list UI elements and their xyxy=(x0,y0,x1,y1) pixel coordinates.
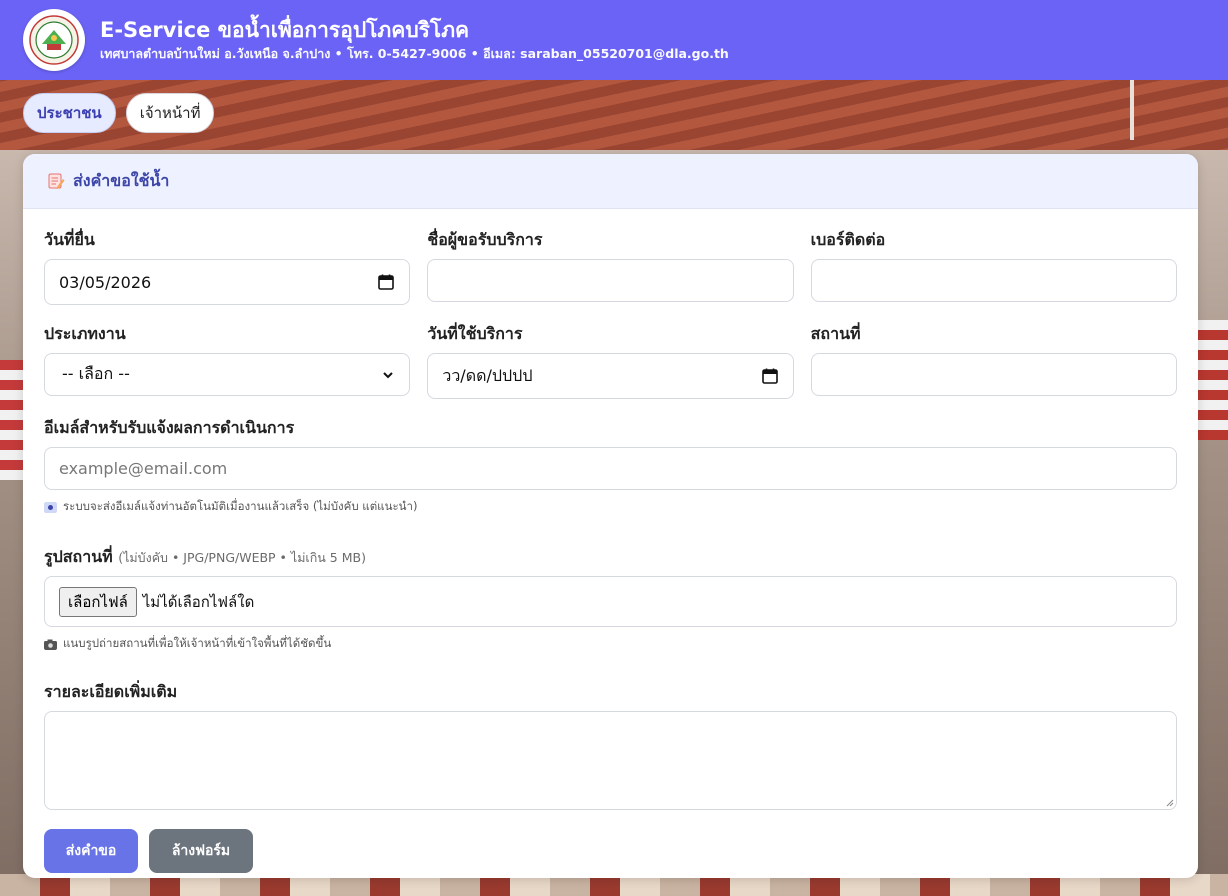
calendar-icon[interactable] xyxy=(377,273,395,291)
photo-label-text: รูปสถานที่ xyxy=(44,547,113,566)
info-icon xyxy=(44,501,57,513)
form-row-1: วันที่ยื่น 03/05/2026 ชื่อผู้ขอรับบริการ xyxy=(44,229,1177,305)
card-header: ส่งคำขอใช้น้ำ xyxy=(23,154,1198,209)
tab-staff[interactable]: เจ้าหน้าที่ xyxy=(125,93,215,133)
details-group: รายละเอียดเพิ่มเติม xyxy=(44,681,1177,810)
phone-label: เบอร์ติดต่อ xyxy=(810,230,886,249)
submit-date-value: 03/05/2026 xyxy=(59,272,152,292)
details-label: รายละเอียดเพิ่มเติม xyxy=(44,682,178,701)
submit-button[interactable]: ส่งคำขอ xyxy=(44,829,138,873)
resize-grip-icon[interactable] xyxy=(1166,799,1174,807)
email-input[interactable]: example@email.com xyxy=(44,447,1177,490)
email-help: ระบบจะส่งอีเมล์แจ้งท่านอัตโนมัติเมื่องาน… xyxy=(44,498,1177,516)
app-title: E-Service ขอน้ำเพื่อการอุปโภคบริโภค xyxy=(100,18,470,42)
app-header: E-Service ขอน้ำเพื่อการอุปโภคบริโภค เทศบ… xyxy=(0,0,1228,80)
photo-hint: (ไม่บังคับ • JPG/PNG/WEBP • ไม่เกิน 5 MB… xyxy=(118,550,366,565)
role-tabs: ประชาชน เจ้าหน้าที่ xyxy=(23,93,215,133)
service-date-label: วันที่ใช้บริการ xyxy=(427,324,523,343)
form-actions: ส่งคำขอ ล้างฟอร์ม xyxy=(44,829,1177,873)
request-form-card: ส่งคำขอใช้น้ำ วันที่ยื่น 03/05/2026 ชื่อ… xyxy=(23,154,1198,878)
email-label: อีเมล์สำหรับรับแจ้งผลการดำเนินการ xyxy=(44,418,295,437)
photo-group: รูปสถานที่ (ไม่บังคับ • JPG/PNG/WEBP • ไ… xyxy=(44,546,1177,653)
work-type-select[interactable]: -- เลือก -- xyxy=(44,353,411,396)
background-bunting-right xyxy=(1196,320,1228,440)
camera-icon xyxy=(44,639,57,650)
location-input[interactable] xyxy=(810,353,1177,396)
tab-citizen[interactable]: ประชาชน xyxy=(23,93,116,133)
email-placeholder: example@email.com xyxy=(59,459,228,478)
photo-help: แนบรูปถ่ายสถานที่เพื่อให้เจ้าหน้าที่เข้า… xyxy=(44,635,1177,653)
location-label: สถานที่ xyxy=(810,324,861,343)
requester-name-input[interactable] xyxy=(427,259,794,302)
details-textarea[interactable] xyxy=(44,711,1177,810)
work-type-value: -- เลือก -- xyxy=(62,364,130,383)
service-date-placeholder: วว/ดด/ปปปป xyxy=(442,365,533,385)
requester-name-label: ชื่อผู้ขอรับบริการ xyxy=(427,230,543,249)
photo-label: รูปสถานที่ (ไม่บังคับ • JPG/PNG/WEBP • ไ… xyxy=(44,546,1177,568)
request-form: วันที่ยื่น 03/05/2026 ชื่อผู้ขอรับบริการ xyxy=(44,229,1177,873)
submit-date-label: วันที่ยื่น xyxy=(44,230,95,249)
choose-file-button[interactable]: เลือกไฟล์ xyxy=(59,586,137,617)
background-pole xyxy=(1130,80,1134,140)
reset-button[interactable]: ล้างฟอร์ม xyxy=(149,829,253,873)
form-row-2: ประเภทงาน -- เลือก -- วันที่ใช้บริการ วว… xyxy=(44,323,1177,399)
chevron-down-icon xyxy=(383,371,394,378)
photo-help-text: แนบรูปถ่ายสถานที่เพื่อให้เจ้าหน้าที่เข้า… xyxy=(63,636,332,650)
service-date-input[interactable]: วว/ดด/ปปปป xyxy=(427,353,794,399)
email-group: อีเมล์สำหรับรับแจ้งผลการดำเนินการ exampl… xyxy=(44,417,1177,516)
memo-icon xyxy=(48,173,65,189)
file-status: ไม่ได้เลือกไฟล์ใด xyxy=(142,592,255,611)
submit-date-input[interactable]: 03/05/2026 xyxy=(44,259,411,305)
calendar-icon[interactable] xyxy=(761,367,779,385)
email-help-text: ระบบจะส่งอีเมล์แจ้งท่านอัตโนมัติเมื่องาน… xyxy=(63,499,418,513)
work-type-label: ประเภทงาน xyxy=(44,324,126,343)
app-subtitle: เทศบาลตำบลบ้านใหม่ อ.วังเหนือ จ.ลำปาง • … xyxy=(100,46,729,61)
form-title: ส่งคำขอใช้น้ำ xyxy=(73,170,170,190)
phone-input[interactable] xyxy=(810,259,1177,302)
photo-file-input[interactable]: เลือกไฟล์ ไม่ได้เลือกไฟล์ใด xyxy=(44,576,1177,627)
municipality-seal-icon xyxy=(23,9,85,71)
